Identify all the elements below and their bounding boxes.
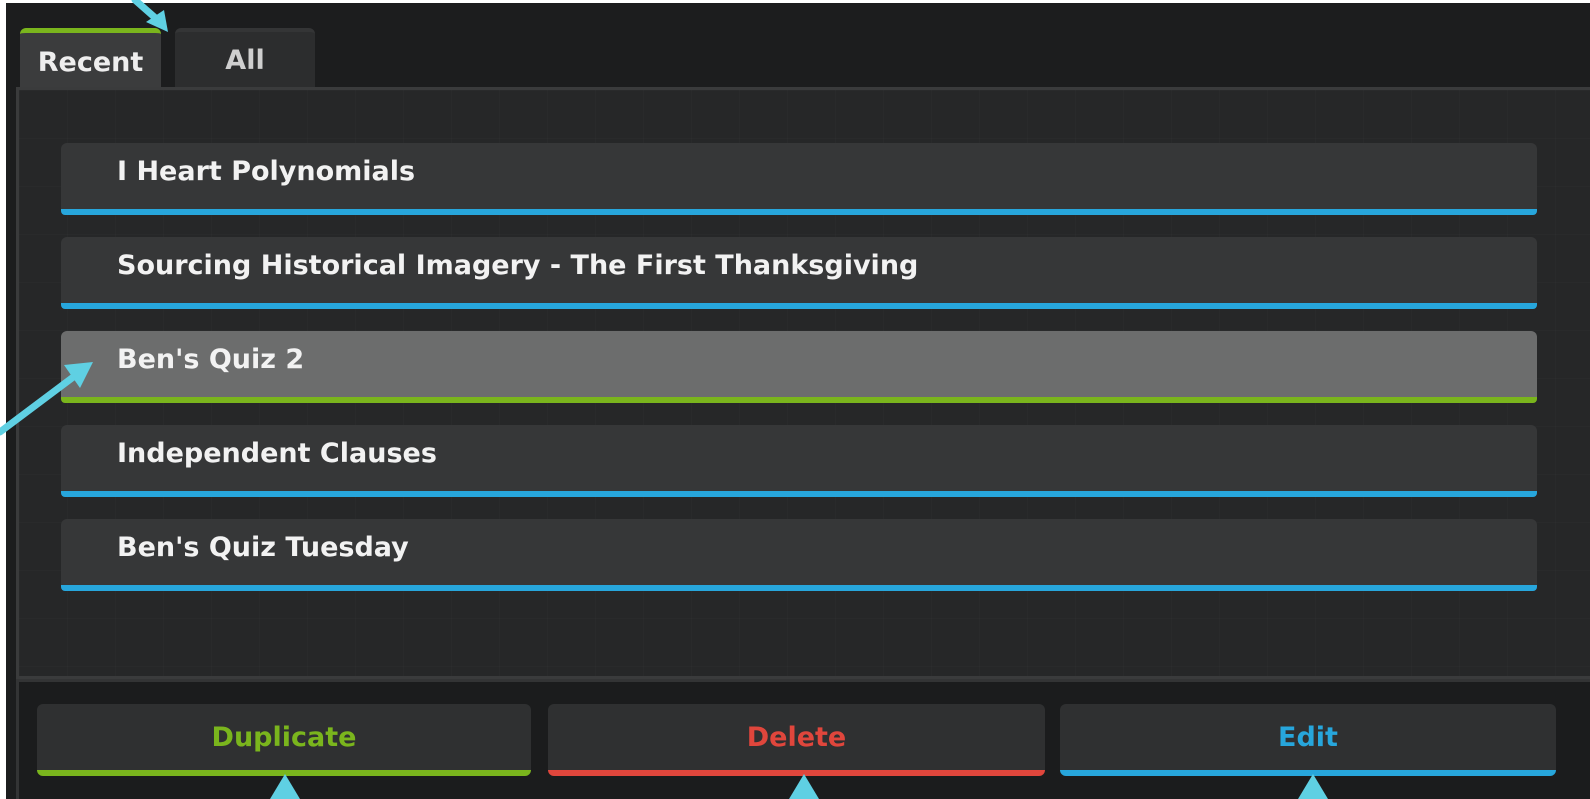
quiz-title: Ben's Quiz Tuesday <box>117 531 409 563</box>
delete-button[interactable]: Delete <box>548 704 1045 776</box>
tab-recent[interactable]: Recent <box>20 28 161 92</box>
quiz-title: Ben's Quiz 2 <box>117 343 305 375</box>
action-bar: Duplicate Delete Edit <box>16 679 1590 799</box>
quiz-launcher-window: Recent All I Heart Polynomials Sourcing … <box>6 3 1590 799</box>
quiz-title: Independent Clauses <box>117 437 437 469</box>
quiz-title: Sourcing Historical Imagery - The First … <box>117 249 919 281</box>
quiz-list: I Heart Polynomials Sourcing Historical … <box>61 143 1537 613</box>
list-item[interactable]: I Heart Polynomials <box>61 143 1537 215</box>
list-item[interactable]: Ben's Quiz Tuesday <box>61 519 1537 591</box>
edit-button[interactable]: Edit <box>1060 704 1556 776</box>
quiz-title: I Heart Polynomials <box>117 155 416 187</box>
list-item[interactable]: Sourcing Historical Imagery - The First … <box>61 237 1537 309</box>
duplicate-button[interactable]: Duplicate <box>37 704 531 776</box>
quiz-list-panel: I Heart Polynomials Sourcing Historical … <box>16 87 1590 679</box>
tab-all[interactable]: All <box>175 28 315 88</box>
list-item-selected[interactable]: Ben's Quiz 2 <box>61 331 1537 403</box>
list-item[interactable]: Independent Clauses <box>61 425 1537 497</box>
